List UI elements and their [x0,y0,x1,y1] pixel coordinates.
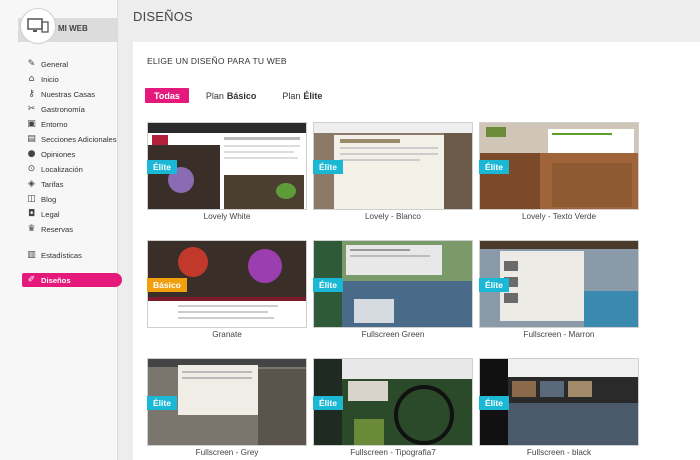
elite-badge: Élite [479,278,509,292]
speech-bubble-icon: ● [27,149,36,159]
sidebar-item-label: Inicio [41,74,59,84]
elite-badge: Élite [479,396,509,410]
design-name: Granate [212,330,242,339]
sidebar-item-label: Secciones Adicionales [41,134,117,144]
design-card[interactable]: Básico Granate [147,240,307,339]
elite-badge: Élite [479,160,509,174]
sidebar-item-legal[interactable]: ◘ Legal [26,207,60,221]
page-title: DISEÑOS [133,9,193,24]
sidebar-item-label: Localización [41,164,83,174]
filter-all-button[interactable]: Todas [145,88,189,103]
sidebar-item-label: Opiniones [41,149,76,159]
design-card[interactable]: Élite Fullscreen - Tipografia7 [313,358,473,457]
sidebar-item-opiniones[interactable]: ● Opiniones [26,147,76,161]
designs-panel: ELIGE UN DISEÑO PARA TU WEB Todas Plan B… [133,42,700,460]
document-icon: ▤ [27,134,36,144]
panel-heading: ELIGE UN DISEÑO PARA TU WEB [147,56,287,66]
design-name: Fullscreen - black [526,448,592,457]
filter-basic-strong: Básico [226,90,257,101]
elite-badge: Élite [313,160,343,174]
map-pin-icon: ⊙ [27,164,36,174]
basic-badge: Básico [147,278,187,292]
filter-basic-button[interactable]: Plan Básico [197,88,266,103]
elite-badge: Élite [147,160,177,174]
sidebar-item-entorno[interactable]: ▣ Entorno [26,117,68,131]
design-card[interactable]: Élite Lovely - Blanco [313,122,473,221]
brand-label: MI WEB [58,24,88,33]
picture-icon: ▣ [27,119,36,129]
design-card[interactable]: Élite Fullscreen - Grey [147,358,307,457]
lock-icon: ◘ [27,209,36,219]
design-name: Lovely - Texto Verde [521,212,597,221]
design-card[interactable]: Élite Lovely White [147,122,307,221]
design-name: Fullscreen - Grey [195,448,259,457]
sidebar-item-general[interactable]: ✎ General [26,57,68,71]
sidebar-item-nuestras-casas[interactable]: ⚷ Nuestras Casas [26,87,95,101]
design-card[interactable]: Élite Fullscreen - Marron [479,240,639,339]
filter-elite-button[interactable]: Plan Élite [273,88,331,103]
wrench-icon: ✎ [27,59,36,69]
sidebar-item-tarifas[interactable]: ◈ Tarifas [26,177,63,191]
fork-knife-icon: ✂ [27,104,36,114]
design-name: Fullscreen - Tipografia7 [350,448,436,457]
design-name: Lovely - Blanco [365,212,421,221]
sidebar-item-label: Estadísticas [41,250,82,260]
design-card[interactable]: Élite Fullscreen Green [313,240,473,339]
filter-elite-strong: Élite [303,90,323,101]
house-icon: ⌂ [28,74,35,84]
sidebar-item-label: Gastronomía [41,104,85,114]
sidebar-item-gastronomia[interactable]: ✂ Gastronomía [26,102,85,116]
sidebar-item-label: Diseños [41,275,71,285]
filter-tabs: Todas Plan Básico Plan Élite [145,88,331,103]
monitor-icon[interactable] [20,8,56,44]
sidebar-item-inicio[interactable]: ⌂ Inicio [26,72,59,86]
sidebar-item-label: Entorno [41,119,68,129]
sidebar-item-disenos[interactable]: ✐ Diseños [22,273,122,287]
design-name: Lovely White [203,212,251,221]
sidebar-item-label: General [41,59,69,69]
brush-icon: ✐ [27,275,36,285]
sidebar-item-label: Legal [41,209,60,219]
price-tag-icon: ◈ [28,179,35,189]
sidebar-item-blog[interactable]: ◫ Blog [26,192,56,206]
sidebar-item-label: Nuestras Casas [41,89,96,99]
sidebar-item-label: Tarifas [41,179,64,189]
sidebar-item-label: Blog [41,194,57,204]
sidebar-item-label: Reservas [41,224,74,234]
trophy-icon: ♛ [27,224,36,234]
elite-badge: Élite [147,396,177,410]
sidebar: MI WEB ✎ General ⌂ Inicio ⚷ Nuestras Cas… [0,0,122,460]
sidebar-item-estadisticas[interactable]: ▥ Estadísticas [26,248,82,262]
filter-basic-prefix: Plan [205,90,224,101]
key-icon: ⚷ [28,89,35,99]
rss-icon: ◫ [27,194,36,204]
sidebar-item-localizacion[interactable]: ⊙ Localización [26,162,83,176]
design-card[interactable]: Élite Lovely - Texto Verde [479,122,639,221]
design-name: Fullscreen - Marron [523,330,595,339]
design-name: Fullscreen Green [361,330,425,339]
bar-chart-icon: ▥ [27,250,36,260]
elite-badge: Élite [313,396,343,410]
elite-badge: Élite [313,278,343,292]
filter-all-label: Todas [154,90,180,101]
design-card[interactable]: Élite Fullscreen - black [479,358,639,457]
filter-elite-prefix: Plan [282,90,301,101]
sidebar-item-reservas[interactable]: ♛ Reservas [26,222,73,236]
sidebar-item-secciones-adicionales[interactable]: ▤ Secciones Adicionales [26,132,117,146]
